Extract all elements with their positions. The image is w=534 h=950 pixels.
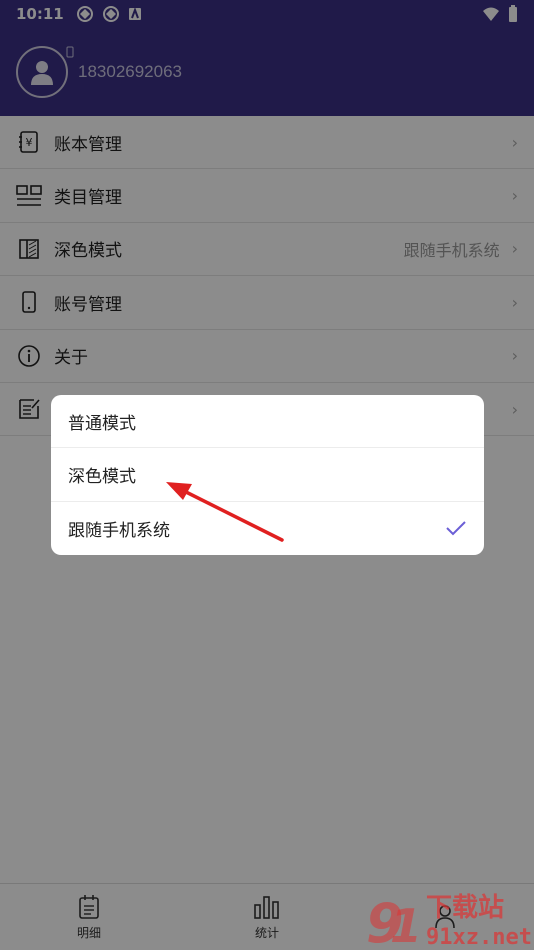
annotation-arrow: [166, 482, 284, 542]
site-watermark-logo: 9 1 下载站 91xz.net: [366, 892, 532, 950]
watermark-text-top: 下载站: [426, 893, 504, 923]
screen: 10:11 18302692063 ¥ 账本管理 › 类目管理 › 深色模式 跟…: [0, 0, 534, 950]
svg-text:1: 1: [390, 899, 422, 950]
watermark-text-bottom: 91xz.net: [426, 925, 532, 950]
